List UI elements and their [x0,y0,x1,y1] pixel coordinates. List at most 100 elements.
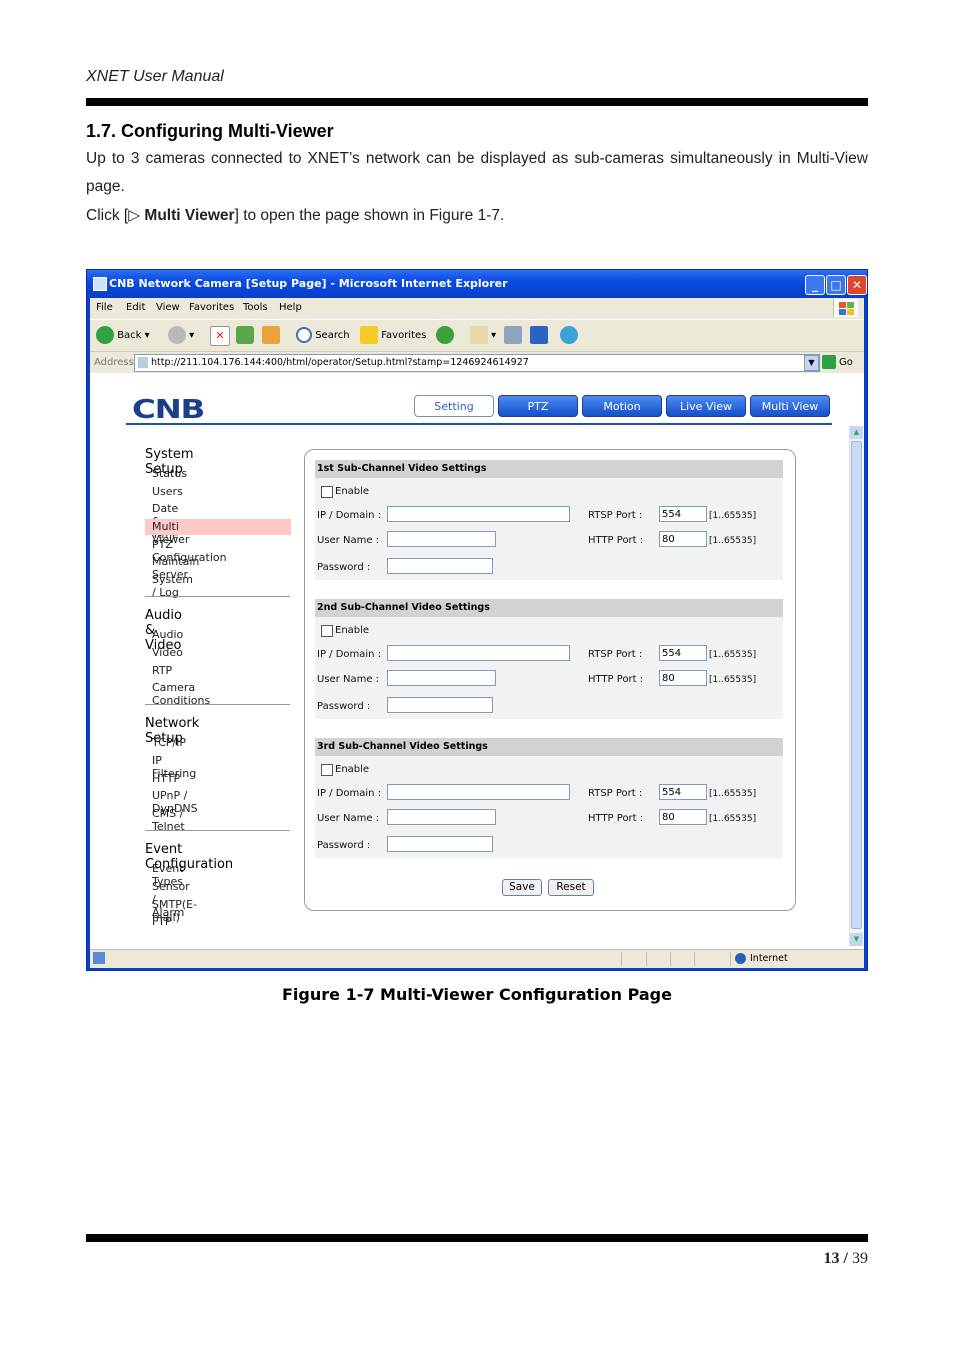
nav-ptz[interactable]: PTZ [498,395,578,417]
sidebar-item-status[interactable]: Status [152,467,187,480]
mail-button[interactable]: ▾ [470,326,496,346]
section-title: 1.7. Configuring Multi-Viewer [86,121,334,141]
sub-channel-3-title: 3rd Sub-Channel Video Settings [315,738,783,756]
home-button[interactable] [262,326,280,346]
address-label: Address [94,357,134,368]
rtsp-range-1: [1..65535] [709,511,757,521]
menu-help[interactable]: Help [279,302,302,313]
status-divider [621,952,622,966]
favorites-button[interactable]: Favorites [360,326,426,346]
rtsp-port-input-2[interactable]: 554 [659,645,707,661]
password-input-1[interactable] [387,558,493,574]
sidebar-item-users[interactable]: Users [152,485,183,498]
http-port-input-2[interactable]: 80 [659,670,707,686]
scroll-down-icon[interactable]: ▼ [850,933,863,946]
reset-button[interactable]: Reset [548,879,594,896]
sidebar-item-ftp[interactable]: FTP [152,915,172,928]
menu-file[interactable]: File [96,302,113,313]
scroll-up-icon[interactable]: ▲ [850,426,863,439]
nav-live-view[interactable]: Live View [666,395,746,417]
messenger-button[interactable] [560,326,578,346]
history-icon [436,326,454,344]
http-port-label-2: HTTP Port : [588,674,644,685]
browser-window: CNB Network Camera [Setup Page] - Micros… [86,269,868,971]
mail-icon [470,326,488,344]
user-name-input-2[interactable] [387,670,496,686]
nav-multi-view[interactable]: Multi View [750,395,830,417]
status-divider [730,952,731,966]
rtsp-port-label-1: RTSP Port : [588,510,643,521]
stop-button[interactable]: ✕ [210,326,230,346]
menu-edit[interactable]: Edit [126,302,145,313]
scroll-thumb[interactable] [851,441,862,929]
rtsp-port-input-1[interactable]: 554 [659,506,707,522]
instruction-suffix: ] to open the page shown in Figure 1-7. [234,207,505,224]
rtsp-range-3: [1..65535] [709,789,757,799]
sub-channel-1-section: 1st Sub-Channel Video Settings Enable IP… [315,460,783,580]
back-button[interactable]: Back ▾ [96,326,150,346]
sidebar-item-tcp-ip[interactable]: TCP/IP [152,736,186,749]
password-label-1: Password : [317,562,371,573]
http-port-input-3[interactable]: 80 [659,809,707,825]
ip-domain-input-2[interactable] [387,645,570,661]
address-dropdown-icon[interactable]: ▼ [804,355,819,371]
status-divider [694,952,695,966]
user-name-input-1[interactable] [387,531,496,547]
edit-icon [530,326,548,344]
print-button[interactable] [504,326,522,346]
search-label: Search [315,330,350,341]
enable-label-1: Enable [335,486,370,497]
password-input-3[interactable] [387,836,493,852]
status-zone: Internet [750,953,788,964]
menu-favorites[interactable]: Favorites [189,302,234,313]
menu-view[interactable]: View [156,302,180,313]
search-button[interactable]: Search [296,326,350,346]
instruction-bold: Multi Viewer [144,207,235,224]
password-input-2[interactable] [387,697,493,713]
ip-domain-input-3[interactable] [387,784,570,800]
page-content: CNB Setting PTZ Motion Live View Multi V… [90,373,864,949]
vertical-scrollbar[interactable]: ▲ ▼ [849,426,863,946]
sidebar-item-video[interactable]: Video [152,646,183,659]
sidebar-item-http[interactable]: HTTP [152,772,180,785]
save-button[interactable]: Save [502,879,542,896]
printer-icon [504,326,522,344]
nav-setting[interactable]: Setting [414,395,494,417]
address-input[interactable]: http://211.104.176.144:400/html/operator… [134,354,820,372]
user-name-input-3[interactable] [387,809,496,825]
enable-checkbox-2[interactable] [321,625,333,637]
instruction-paragraph: Click [▷ Multi Viewer] to open the page … [86,202,868,230]
ip-domain-label-3: IP / Domain : [317,788,382,799]
http-port-input-1[interactable]: 80 [659,531,707,547]
home-icon [262,326,280,344]
maximize-button[interactable]: □ [826,275,846,295]
history-button[interactable] [436,326,454,346]
enable-checkbox-1[interactable] [321,486,333,498]
http-range-1: [1..65535] [709,536,757,546]
http-port-label-1: HTTP Port : [588,535,644,546]
go-button[interactable]: Go [822,355,853,369]
sidebar-item-audio[interactable]: Audio [152,628,183,641]
enable-checkbox-3[interactable] [321,764,333,776]
menu-tools[interactable]: Tools [243,302,268,313]
close-button[interactable]: ✕ [847,275,867,295]
nav-underline [126,423,832,425]
edit-button[interactable] [530,326,548,346]
sub-channel-2-title: 2nd Sub-Channel Video Settings [315,599,783,617]
browser-toolbar: Back ▾ ▾ ✕ Search Favorites ▾ [90,319,864,352]
rtsp-port-input-3[interactable]: 554 [659,784,707,800]
nav-motion[interactable]: Motion [582,395,662,417]
ie-page-icon [93,277,107,291]
minimize-button[interactable]: _ [805,275,825,295]
sidebar-divider [145,704,290,705]
forward-button[interactable]: ▾ [168,326,194,346]
page-current: 13 / [823,1250,848,1267]
refresh-button[interactable] [236,326,254,346]
status-divider [670,952,671,966]
password-label-2: Password : [317,701,371,712]
ip-domain-input-1[interactable] [387,506,570,522]
http-range-3: [1..65535] [709,814,757,824]
sidebar-item-rtp[interactable]: RTP [152,664,172,677]
go-arrow-icon [822,355,836,369]
sub-channel-3-section: 3rd Sub-Channel Video Settings Enable IP… [315,738,783,858]
